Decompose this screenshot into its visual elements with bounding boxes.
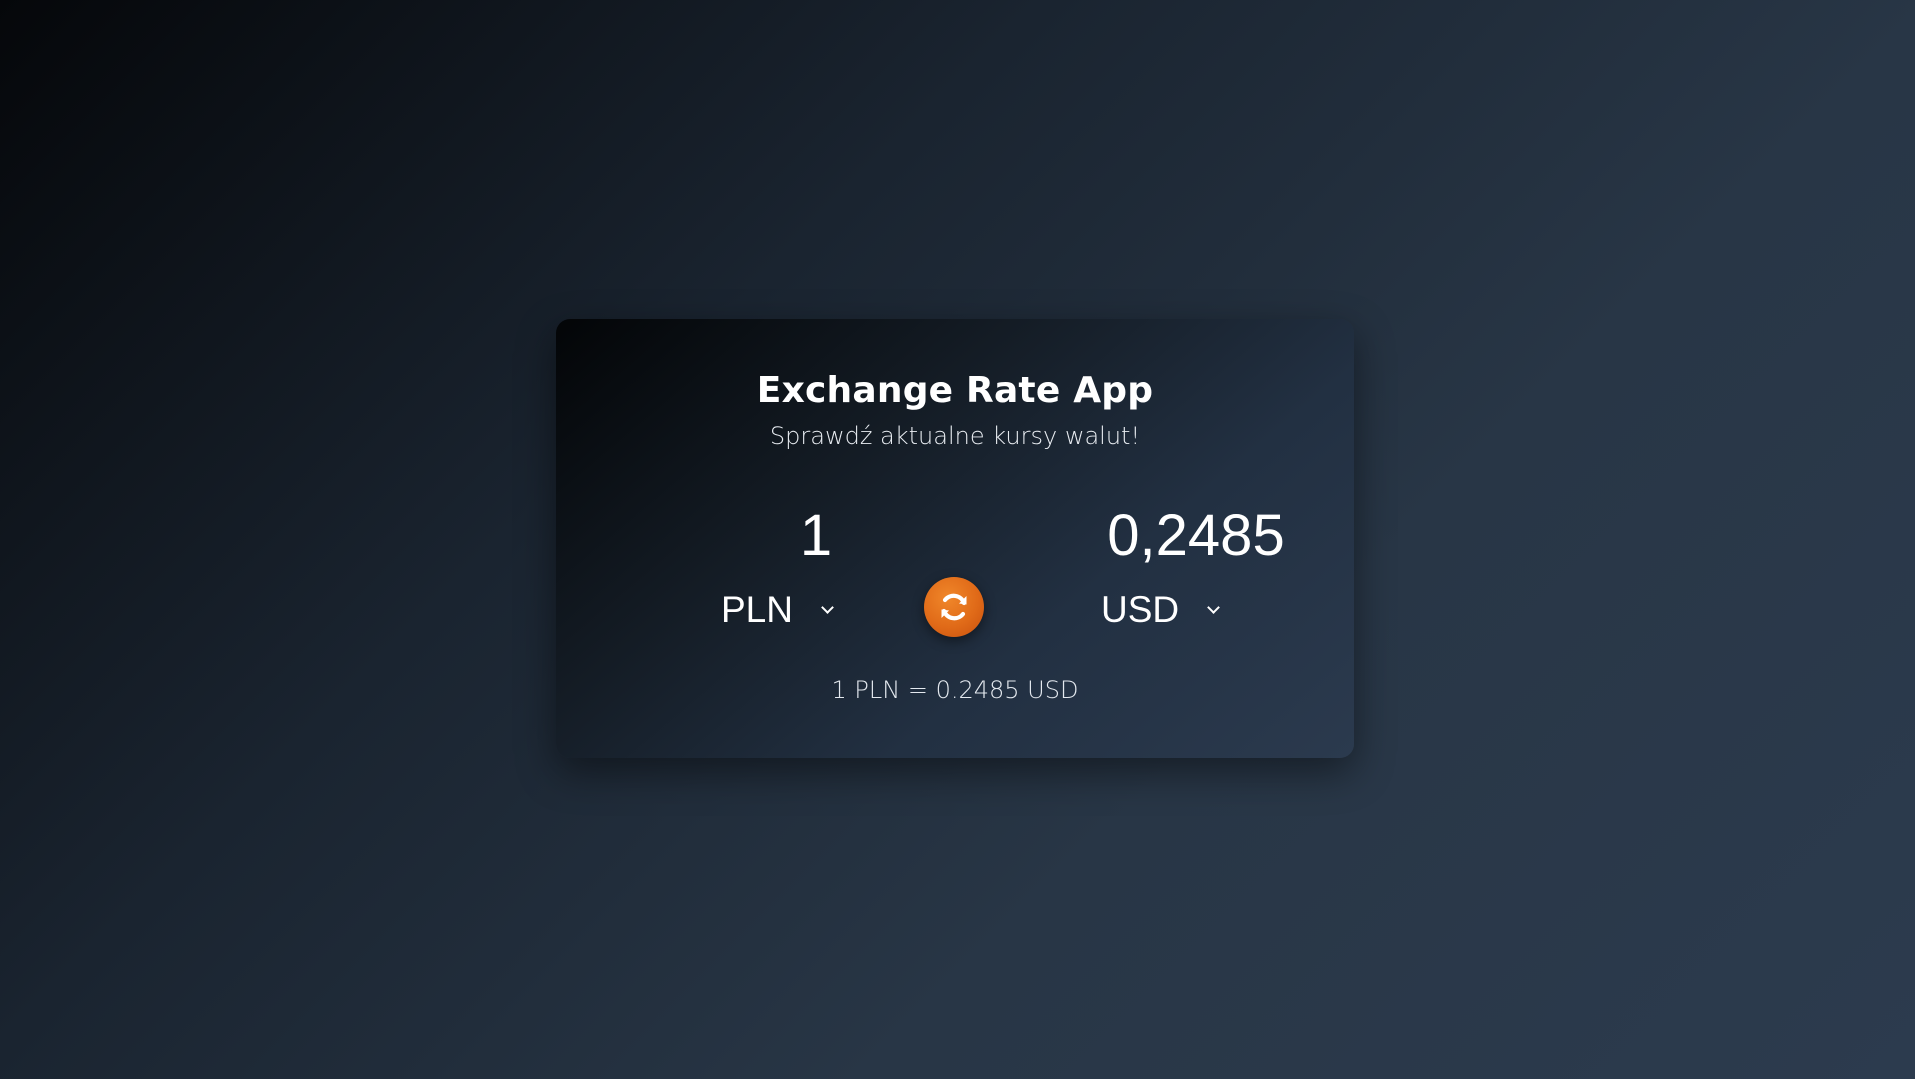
to-currency-select[interactable]: USD (1101, 589, 1220, 631)
app-subtitle: Sprawdź aktualne kursy walut! (769, 422, 1141, 450)
to-currency-label: USD (1101, 589, 1180, 630)
swap-currencies-button[interactable] (924, 577, 984, 637)
from-amount-input[interactable]: 1 (696, 502, 936, 569)
converter-card: Exchange Rate App Sprawdź aktualne kursy… (556, 319, 1354, 758)
to-amount-value: 0,2485 (1107, 503, 1285, 568)
from-currency-label: PLN (721, 589, 793, 630)
chevron-down-icon (821, 600, 834, 614)
refresh-icon (941, 593, 967, 621)
chevron-down-icon (1207, 600, 1220, 614)
app-title: Exchange Rate App (756, 370, 1154, 411)
exchange-rate-text: 1 PLN = 0.2485 USD (831, 676, 1079, 704)
from-currency-select[interactable]: PLN (721, 589, 834, 631)
